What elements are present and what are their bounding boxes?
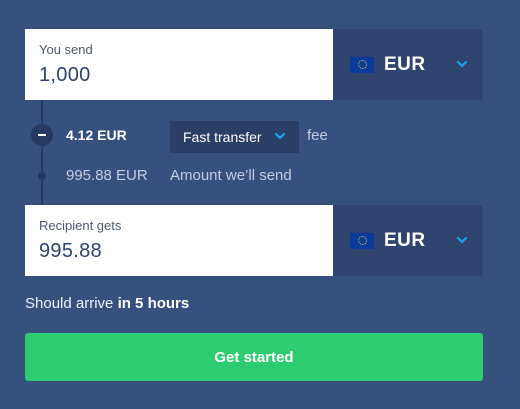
arrival-time: in 5 hours [117, 295, 190, 312]
chevron-down-icon [457, 60, 467, 67]
fee-suffix: fee [307, 127, 328, 144]
send-amount-input[interactable]: 1,000 [39, 64, 319, 87]
amount-we-send-label: Amount we’ll send [170, 167, 292, 184]
arrival-prefix: Should arrive [25, 295, 118, 312]
breakdown-timeline [41, 100, 43, 205]
fee-amount: 4.12 EUR [66, 127, 127, 143]
amount-we-send-value: 995.88 EUR [66, 167, 148, 184]
eu-flag-icon [350, 232, 374, 249]
chevron-down-icon [275, 132, 285, 140]
send-amount-label: You send [39, 42, 93, 57]
send-currency-code: EUR [384, 53, 426, 75]
recipient-amount-label: Recipient gets [39, 218, 122, 233]
timeline-dot [38, 172, 46, 180]
recipient-amount-field: Recipient gets 995.88 EUR [25, 205, 483, 276]
chevron-down-icon [457, 236, 467, 243]
recipient-currency-code: EUR [384, 229, 426, 251]
minus-icon [31, 124, 53, 146]
recipient-currency-select[interactable]: EUR [333, 205, 483, 276]
recipient-amount-input-box[interactable]: Recipient gets 995.88 [25, 205, 333, 276]
transfer-type-select[interactable]: Fast transfer [170, 121, 299, 153]
recipient-amount-input[interactable]: 995.88 [39, 240, 319, 263]
arrival-estimate: Should arrive in 5 hours [25, 295, 189, 312]
get-started-button[interactable]: Get started [25, 333, 483, 381]
transfer-type-label: Fast transfer [183, 129, 262, 145]
send-currency-select[interactable]: EUR [333, 29, 483, 100]
send-amount-field: You send 1,000 EUR [25, 29, 483, 100]
send-amount-input-box[interactable]: You send 1,000 [25, 29, 333, 100]
eu-flag-icon [350, 56, 374, 73]
